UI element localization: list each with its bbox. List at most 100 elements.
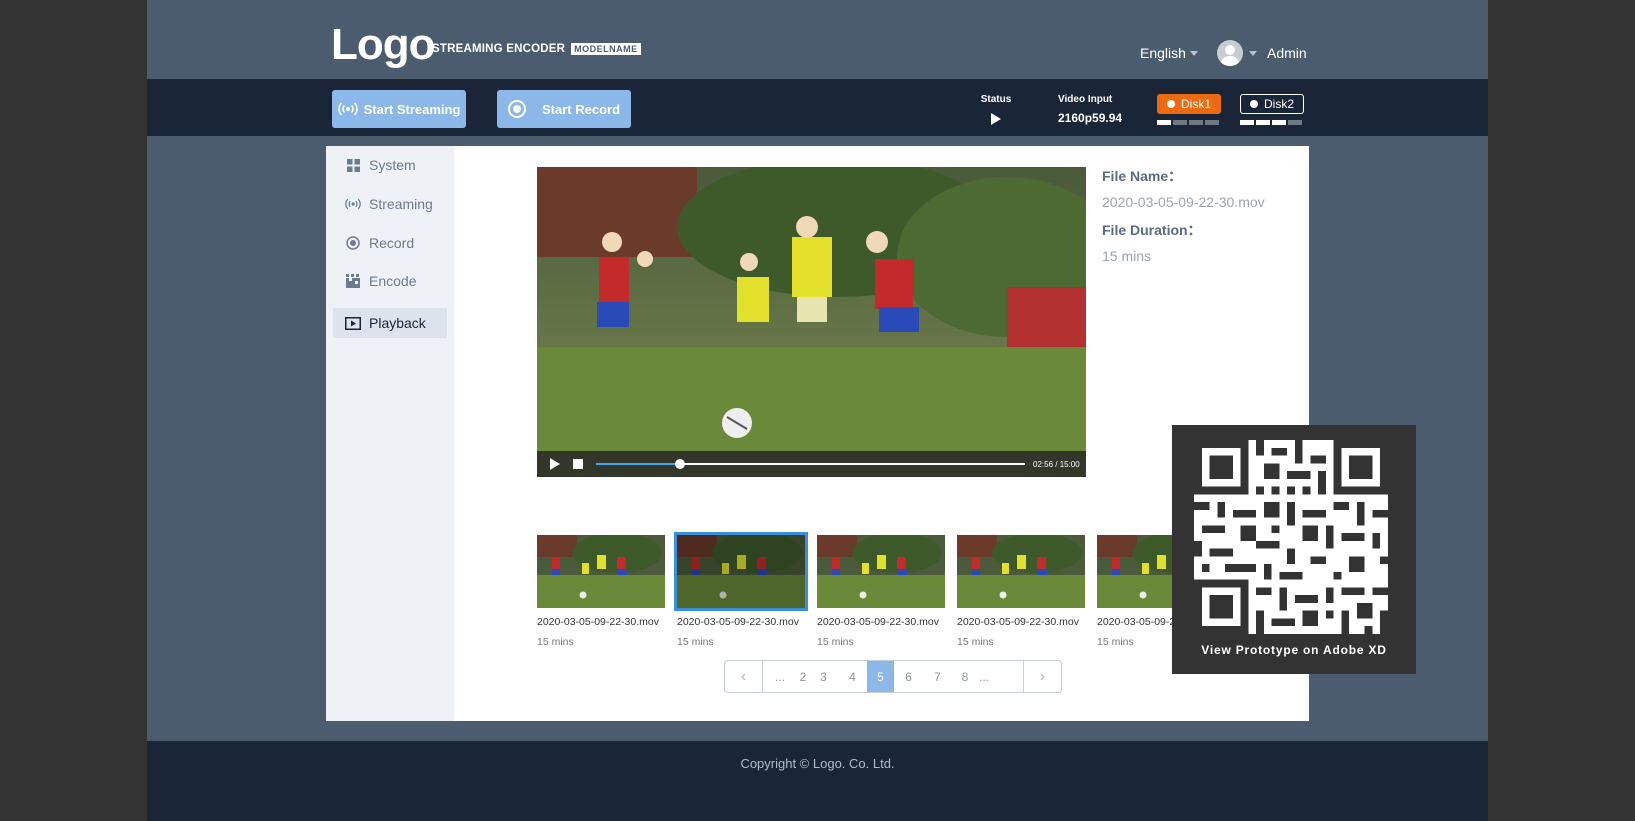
qr-code-icon [1194,440,1388,634]
sidebar-item-label: System [369,157,416,173]
page-5[interactable]: 5 [867,661,894,692]
start-streaming-button[interactable]: Start Streaming [332,90,466,128]
qr-overlay[interactable]: View Prototype on Adobe XD [1172,425,1416,674]
seek-bar[interactable] [596,459,1025,469]
thumbnail-filename: 2020-03-05-09-22-30.mov [677,616,799,628]
disk1-usage [1157,120,1219,125]
sidebar-item-playback[interactable]: Playback [333,308,447,338]
video-player[interactable]: 02:56 / 15:00 [537,167,1086,477]
broadcast-icon [345,196,361,212]
language-label: English [1140,45,1186,61]
disk1-usage-segment [1157,120,1171,125]
start-streaming-label: Start Streaming [363,101,461,117]
disk2-label: Disk2 [1263,97,1294,111]
thumbnail-item[interactable]: 2020-03-05-09-22-30.mov 15 mins [537,535,665,648]
main-panel: System Streaming Record Encode Playback … [326,146,1309,721]
sidebar-item-system[interactable]: System [333,150,447,180]
page-6[interactable]: 6 [894,661,923,692]
page-4[interactable]: 4 [838,661,867,692]
thumbnail-item[interactable]: 2020-03-05-09-22-30.mov 15 mins [957,535,1085,648]
thumbnail-filename: 2020-03-05-09-22-30.mov [957,616,1079,628]
video-input-label: Video Input [1058,94,1113,105]
video-input-info: Video Input 2160p59.94 [1058,94,1122,125]
pagination: ‹ ... 2 3 4 5 6 7 8 ... › [724,660,1062,693]
record-icon [345,235,361,251]
product-label: STREAMING ENCODER [432,43,566,55]
disk1-usage-segment [1189,120,1203,125]
seek-handle[interactable] [675,459,686,469]
record-icon [507,100,526,118]
next-page-button[interactable]: › [1023,661,1061,692]
disk-dot-icon [1249,100,1258,108]
disk1-badge[interactable]: Disk1 [1157,94,1221,114]
page-7[interactable]: 7 [923,661,952,692]
sidebar-item-label: Playback [369,315,426,331]
disk1-label: Disk1 [1180,97,1211,111]
thumbnail-item[interactable]: 2020-03-05-09-22-30.mov 15 mins [674,532,808,648]
file-duration-value: 15 mins [1102,248,1152,264]
video-time: 02:56 / 15:00 [1033,459,1080,469]
product-name: STREAMING ENCODER MODELNAME [432,43,641,55]
thumbnail-image [537,535,665,608]
disk2-usage [1240,120,1302,125]
thumbnail-duration: 15 mins [817,636,854,648]
user-menu[interactable]: Admin [1217,40,1307,66]
page-3[interactable]: 3 [809,661,838,692]
qr-caption: View Prototype on Adobe XD [1201,643,1387,657]
play-icon [991,113,1001,125]
video-input-value: 2160p59.94 [1058,111,1123,125]
footer: Copyright © Logo. Co. Ltd. [147,741,1488,821]
thumbnail-duration: 15 mins [677,636,714,648]
thumbnail-duration: 15 mins [537,636,574,648]
user-name: Admin [1267,45,1307,61]
thumbnail-image [674,532,808,611]
file-name-value: 2020-03-05-09-22-30.mov [1102,194,1265,210]
disk2-usage-segment [1272,120,1286,125]
logo: Logo [331,20,436,69]
disk1-usage-segment [1173,120,1187,125]
sidebar-item-label: Encode [369,273,417,289]
thumbnail-filename: 2020-03-05-09-22-30.mov [817,616,939,628]
sidebar-item-label: Record [369,235,415,251]
prev-page-button[interactable]: ‹ [725,661,763,692]
file-name-label: File Name： [1102,168,1183,184]
toolbar: Start Streaming Start Record Status Vide… [147,79,1488,136]
status-label: Status [980,94,1012,105]
seek-progress [596,463,681,465]
start-record-label: Start Record [541,101,621,117]
header: Logo STREAMING ENCODER MODELNAME English… [147,0,1488,79]
disk2-badge[interactable]: Disk2 [1240,94,1304,114]
video-frame [537,167,1086,477]
page-ellipsis[interactable]: ... [763,661,797,692]
page-8[interactable]: 8 [952,661,978,692]
copyright-text: Copyright © Logo. Co. Ltd. [740,756,895,771]
file-info: File Name： 2020-03-05-09-22-30.mov File … [1102,166,1265,274]
model-badge: MODELNAME [571,43,641,55]
page-ellipsis[interactable]: ... [978,661,990,692]
sidebar-item-streaming[interactable]: Streaming [333,189,447,219]
chevron-down-icon [1189,50,1198,56]
disk-dot-icon [1166,100,1175,108]
page-2[interactable]: 2 [797,661,809,692]
play-button[interactable] [550,458,560,470]
sidebar-item-encode[interactable]: Encode [333,266,447,296]
thumbnail-image [957,535,1085,608]
playback-icon [345,315,361,331]
thumbnail-image [817,535,945,608]
language-select[interactable]: English [1140,45,1198,61]
stop-button[interactable] [573,459,583,469]
app-frame: Logo STREAMING ENCODER MODELNAME English… [147,0,1488,821]
disk2-usage-segment [1288,120,1302,125]
disk1-usage-segment [1205,120,1219,125]
start-record-button[interactable]: Start Record [497,90,631,128]
thumbnail-item[interactable]: 2020-03-05-09-22-30.mov 15 mins [817,535,945,648]
sidebar-item-label: Streaming [369,196,433,212]
video-controls: 02:56 / 15:00 [537,451,1086,477]
file-duration-label: File Duration： [1102,222,1202,238]
sidebar-item-record[interactable]: Record [333,228,447,258]
disk2-usage-segment [1240,120,1254,125]
thumbnail-filename: 2020-03-05-09-22-30.mov [537,616,659,628]
thumbnail-duration: 15 mins [957,636,994,648]
encode-icon [345,273,361,289]
chevron-down-icon [1249,50,1257,56]
